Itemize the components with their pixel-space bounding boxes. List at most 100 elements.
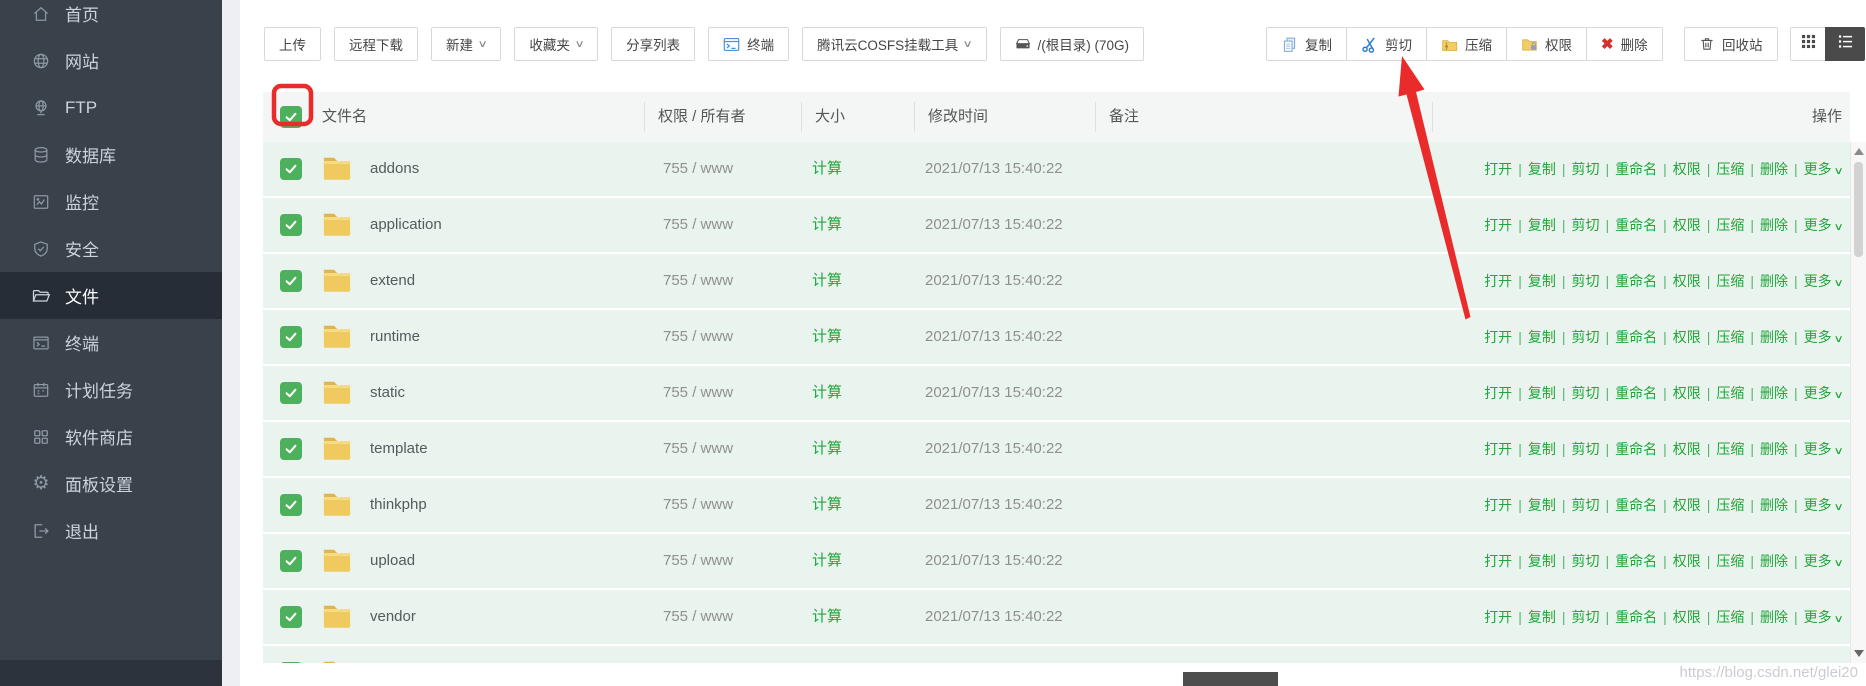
row-action-压缩[interactable]: 压缩 [1716,609,1744,625]
sidebar-item-home[interactable]: 首页 [0,0,222,37]
row-checkbox[interactable] [280,606,302,628]
table-row[interactable]: runtime755 / www计算2021/07/13 15:40:22打开|… [263,310,1850,364]
row-action-删除[interactable]: 删除 [1760,497,1788,513]
row-action-打开[interactable]: 打开 [1484,553,1512,569]
row-action-more[interactable]: 更多∨ [1804,441,1842,457]
scrollbar-thumb[interactable] [1854,162,1863,257]
table-row-partial[interactable] [263,646,1850,663]
row-action-more[interactable]: 更多∨ [1804,385,1842,401]
row-action-打开[interactable]: 打开 [1484,329,1512,345]
row-action-重命名[interactable]: 重命名 [1615,609,1657,625]
row-action-权限[interactable]: 权限 [1673,441,1701,457]
terminal-button[interactable]: 终端 [708,27,789,61]
column-header-filename[interactable]: 文件名 [322,92,367,142]
row-action-more[interactable]: 更多∨ [1804,161,1842,177]
row-action-压缩[interactable]: 压缩 [1716,217,1744,233]
row-action-重命名[interactable]: 重命名 [1615,217,1657,233]
row-action-复制[interactable]: 复制 [1528,497,1556,513]
row-action-打开[interactable]: 打开 [1484,217,1512,233]
row-checkbox[interactable] [280,158,302,180]
row-action-复制[interactable]: 复制 [1528,441,1556,457]
sidebar-item-database[interactable]: 数据库 [0,131,222,178]
row-action-剪切[interactable]: 剪切 [1571,441,1599,457]
sidebar-item-ftp[interactable]: FTP [0,84,222,131]
row-action-删除[interactable]: 删除 [1760,441,1788,457]
compress-button[interactable]: 压缩 [1426,27,1507,61]
row-action-权限[interactable]: 权限 [1673,385,1701,401]
favorites-button[interactable]: 收藏夹∨ [514,27,598,61]
scroll-up-arrow-icon[interactable] [1854,148,1864,155]
file-name[interactable]: extend [370,254,415,308]
file-name[interactable]: vendor [370,590,416,644]
row-action-more[interactable]: 更多∨ [1804,609,1842,625]
row-checkbox[interactable] [280,326,302,348]
upload-button[interactable]: 上传 [264,27,321,61]
row-action-压缩[interactable]: 压缩 [1716,273,1744,289]
row-checkbox[interactable] [280,662,302,663]
table-row[interactable]: thinkphp755 / www计算2021/07/13 15:40:22打开… [263,478,1850,532]
row-action-权限[interactable]: 权限 [1673,273,1701,289]
perms-button[interactable]: 权限 [1506,27,1587,61]
root-dir-button[interactable]: /(根目录) (70G) [1000,27,1145,61]
file-name[interactable]: thinkphp [370,478,427,532]
row-action-打开[interactable]: 打开 [1484,609,1512,625]
row-action-删除[interactable]: 删除 [1760,385,1788,401]
row-action-删除[interactable]: 删除 [1760,329,1788,345]
table-row[interactable]: static755 / www计算2021/07/13 15:40:22打开|复… [263,366,1850,420]
column-header-note[interactable]: 备注 [1109,92,1139,142]
table-row[interactable]: addons755 / www计算2021/07/13 15:40:22打开|复… [263,142,1850,196]
row-checkbox[interactable] [280,214,302,236]
file-size-calc-link[interactable]: 计算 [812,590,842,644]
column-header-perms-owner[interactable]: 权限 / 所有者 [658,92,746,142]
column-header-mtime[interactable]: 修改时间 [928,92,988,142]
row-action-剪切[interactable]: 剪切 [1571,161,1599,177]
file-name[interactable]: application [370,198,442,252]
column-header-size[interactable]: 大小 [815,92,845,142]
row-action-权限[interactable]: 权限 [1673,161,1701,177]
file-name[interactable]: template [370,422,428,476]
table-row[interactable]: application755 / www计算2021/07/13 15:40:2… [263,198,1850,252]
sidebar-item-monitor[interactable]: 监控 [0,178,222,225]
file-name[interactable]: static [370,366,405,420]
row-action-复制[interactable]: 复制 [1528,329,1556,345]
row-action-复制[interactable]: 复制 [1528,609,1556,625]
file-size-calc-link[interactable]: 计算 [812,198,842,252]
row-action-more[interactable]: 更多∨ [1804,273,1842,289]
row-action-压缩[interactable]: 压缩 [1716,385,1744,401]
scroll-down-arrow-icon[interactable] [1854,650,1864,657]
row-action-权限[interactable]: 权限 [1673,497,1701,513]
row-checkbox[interactable] [280,382,302,404]
row-action-打开[interactable]: 打开 [1484,385,1512,401]
row-action-权限[interactable]: 权限 [1673,609,1701,625]
vertical-scrollbar[interactable] [1850,142,1866,663]
row-action-重命名[interactable]: 重命名 [1615,161,1657,177]
row-action-复制[interactable]: 复制 [1528,273,1556,289]
row-action-剪切[interactable]: 剪切 [1571,609,1599,625]
row-action-more[interactable]: 更多∨ [1804,217,1842,233]
file-size-calc-link[interactable]: 计算 [812,142,842,196]
row-action-复制[interactable]: 复制 [1528,217,1556,233]
cosfs-button[interactable]: 腾讯云COSFS挂载工具∨ [802,27,986,61]
row-action-重命名[interactable]: 重命名 [1615,329,1657,345]
row-action-more[interactable]: 更多∨ [1804,329,1842,345]
row-action-压缩[interactable]: 压缩 [1716,329,1744,345]
row-action-删除[interactable]: 删除 [1760,161,1788,177]
sidebar-item-site[interactable]: 网站 [0,37,222,84]
select-all-checkbox[interactable] [280,106,302,128]
row-action-剪切[interactable]: 剪切 [1571,329,1599,345]
sidebar-item-cron[interactable]: 计划任务 [0,366,222,413]
sidebar-item-terminal[interactable]: 终端 [0,319,222,366]
row-action-打开[interactable]: 打开 [1484,497,1512,513]
row-action-剪切[interactable]: 剪切 [1571,385,1599,401]
row-action-压缩[interactable]: 压缩 [1716,497,1744,513]
row-action-压缩[interactable]: 压缩 [1716,441,1744,457]
row-action-删除[interactable]: 删除 [1760,273,1788,289]
row-action-剪切[interactable]: 剪切 [1571,553,1599,569]
recycle-bin-button[interactable]: 回收站 [1684,27,1778,61]
row-action-打开[interactable]: 打开 [1484,441,1512,457]
row-action-权限[interactable]: 权限 [1673,553,1701,569]
sidebar-item-appstore[interactable]: 软件商店 [0,413,222,460]
row-action-删除[interactable]: 删除 [1760,553,1788,569]
file-size-calc-link[interactable]: 计算 [812,422,842,476]
row-action-压缩[interactable]: 压缩 [1716,553,1744,569]
